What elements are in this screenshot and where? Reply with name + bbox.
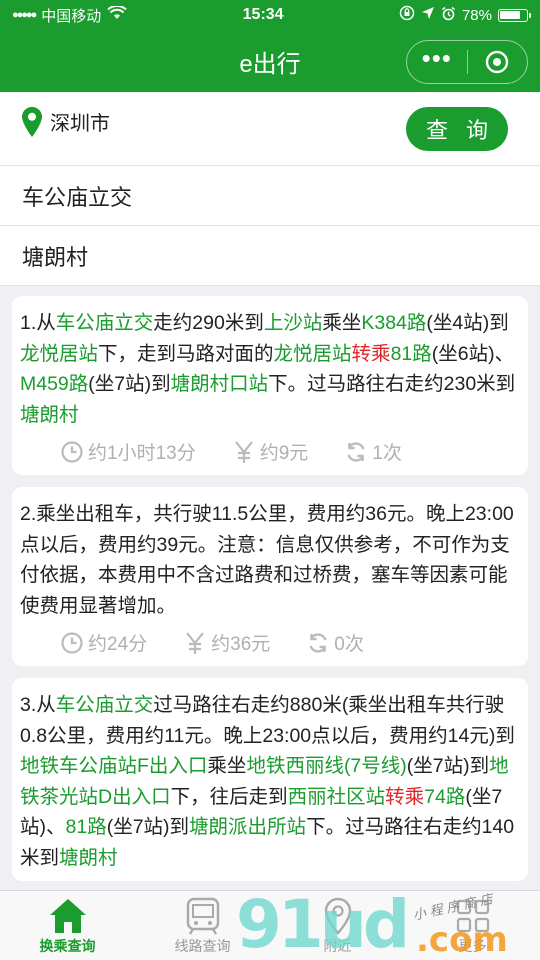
tab-nearby[interactable]: 附近	[270, 891, 405, 960]
route-description: 2.乘坐出租车，共行驶11.5公里，费用约36元。晚上23:00点以后，费用约3…	[20, 499, 518, 621]
yen-icon	[183, 631, 207, 655]
tab-more[interactable]: 更多	[405, 891, 540, 960]
route-highlight: 上沙站	[263, 312, 323, 334]
battery-icon	[497, 8, 531, 22]
destination-field[interactable]: 塘朗村	[0, 226, 540, 286]
route-text: 2.乘坐出租车，共行驶11.5公里，费用约36元。晚上23:00点以后，费用约3…	[20, 503, 514, 617]
route-cost: 约36元	[211, 634, 271, 655]
route-text: (坐7站)到	[88, 373, 171, 395]
route-highlight: 车公庙立交	[55, 312, 154, 334]
transfer-icon	[306, 631, 330, 655]
route-duration-item: 约24分	[60, 629, 147, 656]
route-highlight: K384路	[361, 312, 427, 334]
route-highlight: 西丽社区站	[287, 785, 386, 808]
route-text: 下，往后走到	[170, 785, 288, 808]
route-text: 走约290米到	[153, 312, 264, 334]
route-card[interactable]: 2.乘坐出租车，共行驶11.5公里，费用约36元。晚上23:00点以后，费用约3…	[12, 487, 528, 666]
miniprogram-capsule: •••	[406, 40, 528, 84]
query-button[interactable]: 查 询	[406, 106, 508, 151]
route-duration-item: 约1小时13分	[60, 438, 196, 465]
home-icon	[49, 899, 86, 933]
route-highlight: 塘朗派出所站	[189, 816, 307, 838]
route-highlight: M459路	[20, 373, 89, 395]
route-duration: 约24分	[88, 634, 148, 655]
route-text: 下，走到马路对面的	[98, 342, 274, 365]
route-meta: 约24分 约36元 0次	[60, 629, 518, 656]
route-highlight: 塘朗村	[59, 846, 118, 869]
origin-field[interactable]: 车公庙立交	[0, 166, 540, 226]
route-highlight: 塘朗村	[20, 403, 79, 426]
route-highlight: 地铁车公庙站F出入口	[20, 755, 208, 777]
route-description: 1.从车公庙立交走约290米到上沙站乘坐K384路(坐4站)到龙悦居站下，走到马…	[20, 308, 518, 430]
location-arrow-icon	[421, 6, 435, 24]
route-highlight: 车公庙立交	[55, 694, 154, 716]
tab-line-query[interactable]: 线路查询	[135, 891, 270, 960]
more-dots-icon: •••	[421, 43, 452, 73]
route-text: 乘坐	[207, 755, 247, 777]
route-transfers-item: 0次	[306, 629, 364, 656]
city-selector[interactable]: 深圳市	[22, 106, 110, 137]
route-transfers-item: 1次	[344, 438, 402, 465]
route-text: (坐7站)到	[106, 816, 190, 838]
route-text: (坐4站)到	[426, 312, 509, 334]
search-header: 深圳市 查 询	[0, 92, 540, 166]
city-label: 深圳市	[50, 113, 110, 135]
clock-icon	[60, 440, 84, 464]
route-cost: 约9元	[259, 443, 309, 464]
route-card[interactable]: 3.从车公庙立交过马路往右走约880米(乘坐出租车共行驶0.8公里，费用约11元…	[12, 678, 528, 881]
route-highlight: 龙悦居站	[20, 342, 99, 365]
route-text: 下。过马路往右走约230米到	[268, 373, 516, 395]
battery-fill	[500, 11, 520, 19]
location-pin-icon	[22, 106, 42, 137]
target-icon	[486, 50, 509, 74]
more-icon	[456, 899, 489, 933]
route-card[interactable]: 1.从车公庙立交走约290米到上沙站乘坐K384路(坐4站)到龙悦居站下，走到马…	[12, 296, 528, 475]
route-text: 乘坐	[322, 312, 362, 334]
tab-bar: 换乘查询 线路查询 附近 更多	[0, 890, 540, 960]
route-results: 1.从车公庙立交走约290米到上沙站乘坐K384路(坐4站)到龙悦居站下，走到马…	[0, 286, 540, 881]
alarm-icon	[441, 6, 456, 25]
orientation-lock-icon	[399, 5, 415, 25]
route-description: 3.从车公庙立交过马路往右走约880米(乘坐出租车共行驶0.8公里，费用约11元…	[20, 690, 518, 873]
battery-percent: 78%	[461, 6, 492, 24]
transfer-icon	[344, 440, 368, 464]
route-highlight: 龙悦居站	[273, 342, 352, 365]
clock: 15:34	[242, 6, 284, 23]
route-transfers: 0次	[334, 634, 364, 655]
wifi-icon	[107, 4, 127, 24]
status-bar: ●●●●● 中国移动 15:34 78%	[0, 0, 540, 30]
transfer-label: 转乘	[385, 785, 425, 808]
route-highlight: 81路	[65, 816, 107, 838]
route-highlight: 塘朗村口站	[170, 373, 269, 395]
route-cost-item: 约36元	[183, 629, 270, 656]
bus-icon	[186, 897, 219, 935]
tab-transfer-query[interactable]: 换乘查询	[0, 891, 135, 960]
route-transfers: 1次	[372, 443, 402, 464]
tab-label: 更多	[458, 938, 487, 954]
route-highlight: 74路	[424, 785, 466, 808]
yen-icon	[232, 440, 256, 464]
transfer-label: 转乘	[351, 342, 391, 365]
close-miniprogram-button[interactable]	[468, 41, 528, 83]
route-text: 3.从	[20, 694, 56, 716]
route-highlight: 地铁西丽线(7号线)	[246, 755, 407, 777]
navigation-bar: e出行 •••	[0, 30, 540, 92]
tab-label: 附近	[323, 938, 352, 954]
more-menu-button[interactable]: •••	[407, 41, 467, 83]
tab-label: 线路查询	[174, 938, 231, 954]
route-highlight: 81路	[390, 342, 432, 365]
route-meta: 约1小时13分 约9元 1次	[60, 438, 518, 465]
tab-label: 换乘查询	[39, 938, 96, 954]
route-text: (坐7站)到	[406, 755, 490, 777]
signal-icon: ●●●●●	[12, 9, 37, 21]
clock-icon	[60, 631, 84, 655]
route-duration: 约1小时13分	[88, 443, 196, 464]
page-title: e出行	[239, 50, 301, 78]
carrier-label: 中国移动	[41, 7, 102, 25]
route-cost-item: 约9元	[232, 438, 309, 465]
route-text: (坐6站)、	[431, 342, 515, 365]
location-icon	[324, 897, 351, 935]
route-text: 1.从	[20, 312, 56, 334]
